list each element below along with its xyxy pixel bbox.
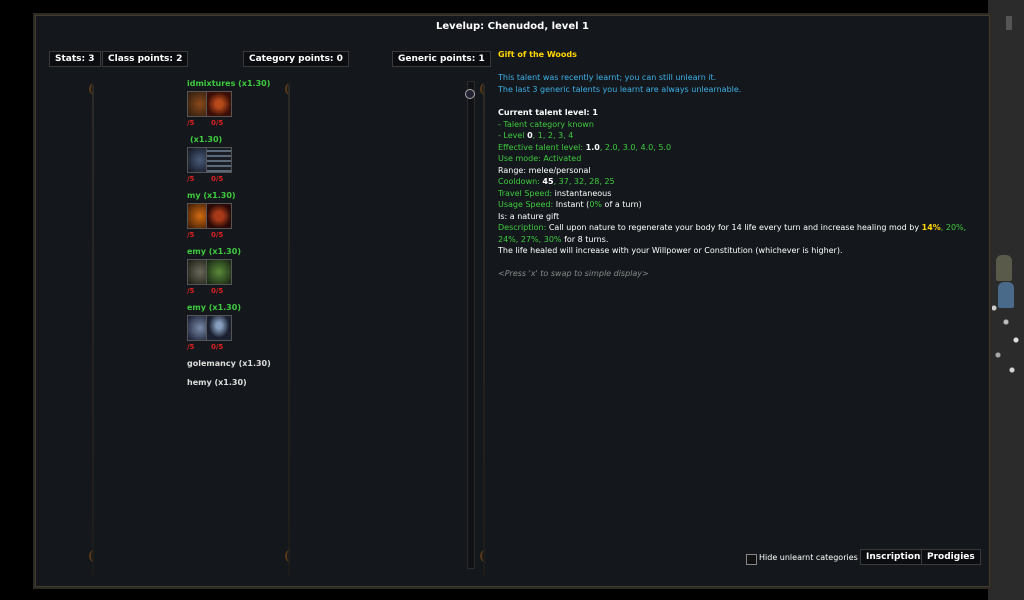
is-line: Is: a nature gift [498,212,560,221]
map-background [988,0,1024,600]
cooldown-line: Cooldown: 45, 37, 32, 28, 25 [498,177,615,186]
effective-level-line: Effective talent level: 1.0, 2.0, 3.0, 4… [498,143,672,152]
talent-points: /5 [187,231,195,239]
category-label[interactable]: emy (x1.30) [187,247,241,256]
hide-unlearnt-label[interactable]: Hide unlearnt categories [759,553,858,562]
scrollbar-track[interactable] [467,81,475,569]
ornament-icon [89,83,99,95]
column-divider [92,85,94,575]
category-points-button[interactable]: Category points: 0 [243,51,349,67]
category-known: - Talent category known [498,120,594,129]
hide-unlearnt-checkbox[interactable] [746,554,757,565]
golem-icon[interactable] [206,315,232,341]
description-line: Description: Call upon nature to regener… [498,223,967,232]
unlearn-note-2: The last 3 generic talents you learnt ar… [498,85,742,94]
column-divider [288,85,290,575]
talent-points: /5 [187,175,195,183]
ornament-icon [480,83,490,95]
description-line-2: 24%, 27%, 30% for 8 turns. [498,235,609,244]
red-spiral-icon[interactable] [206,91,232,117]
green-paw-icon[interactable] [206,259,232,285]
ornament-icon [285,83,295,95]
use-mode-line: Use mode: Activated [498,154,582,163]
ornament-icon [285,550,295,562]
generic-points-button[interactable]: Generic points: 1 [392,51,491,67]
levelup-window: Levelup: Chenudod, level 1 Stats: 3 Clas… [33,13,992,589]
red-claw-icon[interactable] [206,203,232,229]
stats-points-button[interactable]: Stats: 3 [49,51,101,67]
description-line-3: The life healed will increase with your … [498,246,843,255]
ornament-icon [480,550,490,562]
ornament-icon [89,550,99,562]
column-divider [483,85,485,575]
category-label[interactable]: hemy (x1.30) [187,378,247,387]
scrollbar-handle[interactable] [465,89,475,99]
talent-name: Gift of the Woods [498,50,577,59]
range-line: Range: melee/personal [498,166,591,175]
tower-icon [1006,16,1012,30]
talent-points: /5 [187,119,195,127]
talent-points: /5 [187,287,195,295]
category-label[interactable]: golemancy (x1.30) [187,359,271,368]
talent-points: /5 [187,343,195,351]
talent-points: 0/5 [211,119,224,127]
talent-points: 0/5 [211,175,224,183]
talent-points: 0/5 [211,231,224,239]
current-level: Current talent level: 1 [498,108,598,117]
rubble-icon [988,300,1024,390]
level-line: - Level 0, 1, 2, 3, 4 [498,131,574,140]
category-label[interactable]: (x1.30) [190,135,222,144]
class-points-button[interactable]: Class points: 2 [102,51,189,67]
prodigies-button[interactable]: Prodigies [921,549,981,565]
talent-points: 0/5 [211,287,224,295]
unlearn-note: This talent was recently learnt; you can… [498,73,717,82]
swap-display-hint: <Press 'x' to swap to simple display> [498,269,649,278]
usage-speed-line: Usage Speed: Instant (0% of a turn) [498,200,642,209]
category-label[interactable]: emy (x1.30) [187,303,241,312]
npc-figure-icon [996,255,1012,281]
category-label[interactable]: idmixtures (x1.30) [187,79,270,88]
travel-speed-line: Travel Speed: instantaneous [498,189,612,198]
window-title: Levelup: Chenudod, level 1 [436,21,589,32]
category-label[interactable]: my (x1.30) [187,191,236,200]
grid-icon[interactable] [206,147,232,173]
talent-points: 0/5 [211,343,224,351]
